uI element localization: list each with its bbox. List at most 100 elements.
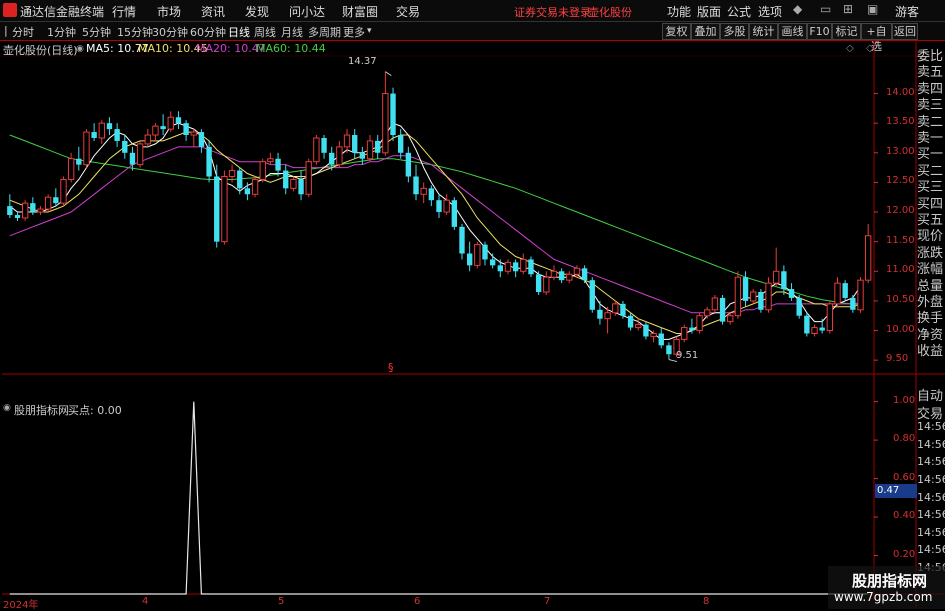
- candle-body: [719, 297, 726, 322]
- candle-body: [796, 297, 802, 316]
- candle-body: [466, 253, 473, 266]
- candle-body: [620, 303, 626, 316]
- candle-body: [504, 261, 512, 272]
- candle-body: [696, 315, 703, 332]
- candle-body: [98, 122, 105, 139]
- candle-body: [643, 324, 649, 337]
- candle-body: [734, 276, 742, 317]
- candle-body: [14, 215, 21, 218]
- kline-chart[interactable]: [0, 0, 945, 609]
- candle-body: [528, 259, 534, 275]
- candle-body: [160, 126, 166, 130]
- candle-body: [30, 203, 36, 213]
- candle-body: [251, 178, 259, 195]
- candle-body: [604, 312, 611, 320]
- candle-body: [214, 176, 220, 242]
- candle-body: [83, 131, 90, 166]
- indicator-name[interactable]: 股朋指标网: [14, 402, 69, 418]
- candle-body: [826, 303, 834, 332]
- candle-body: [7, 206, 13, 215]
- price-tick-label: 10.00: [886, 323, 915, 335]
- candle-body: [704, 309, 711, 317]
- price-tick-label: 10.50: [886, 293, 915, 305]
- candle-body: [635, 324, 642, 329]
- candle-body: [221, 175, 228, 243]
- candle-body: [228, 170, 236, 177]
- candle-body: [811, 327, 818, 334]
- price-tick-label: 11.50: [886, 234, 915, 246]
- candle-body: [512, 262, 519, 272]
- candle-body: [183, 123, 189, 136]
- candle-body: [612, 303, 619, 314]
- indicator-collapse-icon[interactable]: ◉: [3, 403, 11, 413]
- candle-body: [850, 297, 856, 310]
- price-tick-label: 13.00: [886, 145, 915, 157]
- indicator-tick-label: 0.40: [893, 510, 916, 522]
- candle-body: [520, 258, 527, 272]
- ma20-line: [9, 146, 861, 314]
- watermark-title: 股朋指标网: [852, 572, 928, 590]
- candle-body: [21, 202, 29, 219]
- candle-body: [804, 315, 810, 334]
- candle-body: [382, 93, 389, 154]
- candle-body: [581, 268, 588, 281]
- candle-body: [773, 270, 780, 284]
- candle-body: [76, 158, 82, 165]
- candle-body: [313, 137, 320, 163]
- candle-body: [366, 140, 374, 160]
- high-price-label: 14.37: [348, 56, 377, 67]
- watermark-url: www.7gpzb.com: [834, 590, 933, 604]
- candle-body: [106, 123, 113, 130]
- candle-body: [589, 280, 595, 310]
- candle-body: [864, 235, 872, 281]
- price-tick-label: 12.50: [886, 175, 915, 187]
- candle-body: [758, 292, 764, 310]
- candle-body: [290, 178, 297, 189]
- candle-body: [206, 146, 212, 177]
- candle-body: [727, 315, 734, 323]
- indicator-tick-label: 0.20: [893, 548, 916, 560]
- candle-body: [627, 315, 634, 328]
- candle-body: [535, 274, 542, 293]
- candle-body: [781, 271, 787, 290]
- indicator-tick-label: 1.00: [893, 394, 916, 406]
- candle-body: [420, 187, 427, 195]
- candle-body: [175, 117, 182, 124]
- price-tick-label: 14.00: [886, 86, 915, 98]
- candle-body: [122, 140, 128, 153]
- candle-body: [136, 143, 144, 166]
- candle-body: [497, 265, 503, 272]
- trade-tick-label: 自动: [917, 389, 944, 404]
- candle-body: [144, 134, 151, 145]
- candle-body: [750, 291, 757, 302]
- candle-body: [459, 226, 465, 254]
- candle-body: [842, 283, 848, 298]
- candle-body: [566, 273, 573, 281]
- candle-body: [834, 282, 841, 305]
- candle-body: [67, 158, 75, 180]
- candle-body: [343, 134, 351, 148]
- high-pointer: [385, 71, 392, 77]
- price-tick-label: 9.50: [886, 353, 909, 365]
- event-marker[interactable]: §: [388, 361, 394, 374]
- candle-body: [451, 200, 458, 227]
- candle-body: [91, 132, 97, 138]
- candle-body: [474, 244, 481, 266]
- candle-body: [550, 270, 558, 278]
- candle-body: [428, 188, 435, 201]
- x-label-jun: 6: [414, 596, 421, 607]
- candle-body: [37, 208, 44, 213]
- candle-body: [482, 244, 488, 260]
- candle-body: [390, 93, 396, 136]
- candle-body: [689, 327, 695, 331]
- low-price-label: 9.51: [676, 350, 699, 361]
- candle-body: [413, 176, 419, 195]
- candle-body: [53, 197, 59, 204]
- candle-body: [788, 289, 795, 298]
- candle-body: [244, 188, 251, 195]
- candle-body: [543, 276, 550, 293]
- candle-body: [857, 279, 864, 311]
- candle-body: [742, 277, 749, 301]
- candle-body: [573, 267, 581, 275]
- candle-body: [60, 178, 67, 204]
